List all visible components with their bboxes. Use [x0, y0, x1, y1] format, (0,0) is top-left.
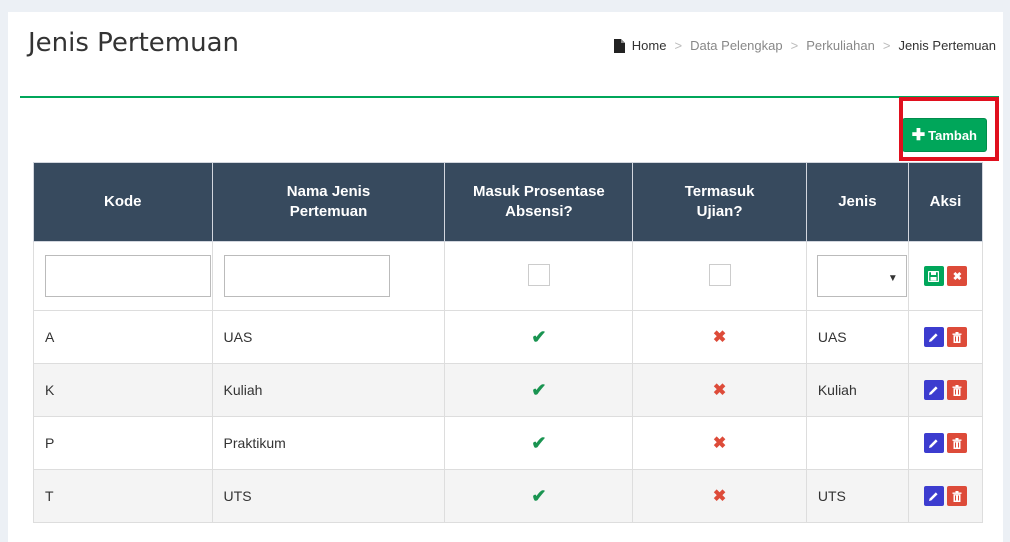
cell-aksi	[907, 416, 984, 470]
absensi-filter-checkbox[interactable]	[527, 263, 550, 286]
delete-button[interactable]	[947, 433, 968, 453]
close-icon: ✖	[952, 270, 963, 283]
check-icon: ✔	[531, 326, 547, 347]
pencil-icon	[929, 332, 938, 342]
breadcrumb-data-pelengkap[interactable]: Data Pelengkap	[690, 38, 783, 53]
column-header-absensi[interactable]: Masuk Prosentase Absensi?	[444, 162, 634, 242]
add-button[interactable]: ✚ Tambah	[901, 118, 987, 152]
cell-aksi	[907, 310, 984, 364]
cell-absensi: ✔	[444, 469, 634, 523]
column-header-kode[interactable]: Kode	[33, 162, 213, 242]
page-title: Jenis Pertemuan	[28, 28, 240, 58]
edit-button[interactable]	[923, 327, 944, 347]
cell-nama: Praktikum	[211, 416, 446, 470]
breadcrumb-home[interactable]: Home	[632, 38, 667, 53]
cell-nama: UAS	[211, 310, 446, 364]
clear-button[interactable]: ✖	[947, 266, 968, 286]
cell-aksi	[907, 469, 984, 523]
trash-icon	[952, 437, 962, 449]
cell-absensi: ✔	[444, 363, 634, 417]
delete-button[interactable]	[947, 380, 968, 400]
save-icon	[928, 270, 940, 282]
filter-row: ▼ ✖	[33, 241, 984, 311]
breadcrumb-separator: >	[674, 38, 683, 53]
save-button[interactable]	[923, 266, 944, 286]
cell-nama: Kuliah	[211, 363, 446, 417]
ujian-filter-checkbox[interactable]	[708, 263, 731, 286]
edit-button[interactable]	[923, 433, 944, 453]
cell-jenis	[805, 416, 909, 470]
data-box: ✚ Tambah Kode Nama Jenis Pertemuan Masuk…	[20, 96, 999, 538]
cell-ujian: ✖	[632, 363, 807, 417]
cell-jenis: Kuliah	[805, 363, 909, 417]
cell-absensi: ✔	[444, 416, 634, 470]
file-icon	[613, 38, 625, 53]
cross-icon: ✖	[712, 329, 727, 346]
cell-aksi	[907, 363, 984, 417]
table-row: P Praktikum ✔ ✖	[33, 416, 984, 470]
cell-nama: UTS	[211, 469, 446, 523]
kode-filter-input[interactable]	[45, 255, 211, 297]
cross-icon: ✖	[712, 382, 727, 399]
table-row: A UAS ✔ ✖ UAS	[33, 310, 984, 364]
cell-ujian: ✖	[632, 469, 807, 523]
table-row: T UTS ✔ ✖ UTS	[33, 469, 984, 523]
cell-kode: P	[33, 416, 213, 470]
cell-kode: K	[33, 363, 213, 417]
caret-down-icon: ▼	[887, 273, 898, 284]
trash-icon	[952, 331, 962, 343]
breadcrumb-separator: >	[790, 38, 799, 53]
cell-kode: T	[33, 469, 213, 523]
check-icon: ✔	[531, 379, 547, 400]
nama-filter-input[interactable]	[223, 255, 390, 297]
column-header-jenis[interactable]: Jenis	[805, 162, 909, 242]
breadcrumb-perkuliahan[interactable]: Perkuliahan	[806, 38, 875, 53]
pencil-icon	[929, 491, 938, 501]
check-icon: ✔	[531, 432, 547, 453]
column-header-aksi: Aksi	[907, 162, 984, 242]
jenis-filter-select[interactable]: ▼	[816, 255, 907, 297]
data-table: Kode Nama Jenis Pertemuan Masuk Prosenta…	[33, 162, 984, 523]
breadcrumb-separator: >	[882, 38, 891, 53]
pencil-icon	[929, 385, 938, 395]
cell-kode: A	[33, 310, 213, 364]
delete-button[interactable]	[947, 486, 968, 506]
trash-icon	[952, 490, 962, 502]
breadcrumb-current: Jenis Pertemuan	[898, 38, 996, 53]
trash-icon	[952, 384, 962, 396]
column-header-ujian[interactable]: Termasuk Ujian?	[632, 162, 807, 242]
add-button-label: Tambah	[928, 127, 977, 143]
table-row: K Kuliah ✔ ✖ Kuliah	[33, 363, 984, 417]
cross-icon: ✖	[712, 435, 727, 452]
plus-icon: ✚	[911, 127, 926, 144]
cell-absensi: ✔	[444, 310, 634, 364]
breadcrumb: Home > Data Pelengkap > Perkuliahan > Je…	[613, 38, 996, 53]
edit-button[interactable]	[923, 380, 944, 400]
check-icon: ✔	[531, 485, 547, 506]
cell-ujian: ✖	[632, 310, 807, 364]
cell-ujian: ✖	[632, 416, 807, 470]
cell-jenis: UTS	[805, 469, 909, 523]
pencil-icon	[929, 438, 938, 448]
column-header-nama[interactable]: Nama Jenis Pertemuan	[211, 162, 446, 242]
cross-icon: ✖	[712, 488, 727, 505]
table-header-row: Kode Nama Jenis Pertemuan Masuk Prosenta…	[33, 162, 984, 242]
delete-button[interactable]	[947, 327, 968, 347]
cell-jenis: UAS	[805, 310, 909, 364]
edit-button[interactable]	[923, 486, 944, 506]
content-wrapper: Jenis Pertemuan Home > Data Pelengkap > …	[8, 12, 1003, 542]
